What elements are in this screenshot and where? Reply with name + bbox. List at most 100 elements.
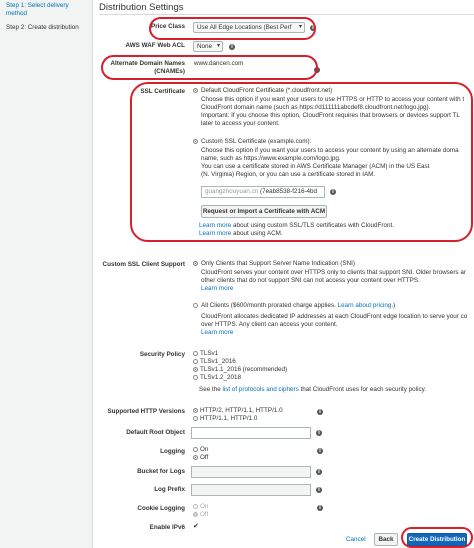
- title-divider: [99, 14, 474, 15]
- waf-value: None: [197, 43, 213, 50]
- waf-label: AWS WAF Web ACL: [125, 42, 185, 49]
- info-icon[interactable]: i: [330, 189, 336, 195]
- sni-desc-1: CloudFront serves your content over HTTP…: [201, 269, 466, 276]
- tlsv1-2016-option[interactable]: TLSv1_2016: [200, 358, 236, 366]
- info-icon[interactable]: i: [314, 67, 320, 73]
- wizard-sidebar: Step 1: Select delivery method Step 2: C…: [0, 0, 93, 548]
- info-icon[interactable]: i: [317, 448, 323, 454]
- ipv6-label: Enable IPv6: [149, 524, 185, 531]
- custom-cert-radio[interactable]: [193, 139, 198, 144]
- log-prefix-input[interactable]: [191, 484, 311, 496]
- sni-learn-more-link[interactable]: Learn more: [201, 285, 233, 293]
- chevron-down-icon: ▾: [216, 43, 220, 49]
- note-text: See the: [199, 386, 221, 393]
- cnames-textarea[interactable]: www.dancen.com: [191, 58, 309, 76]
- info-icon[interactable]: i: [316, 430, 322, 436]
- all-clients-desc-2: over HTTPS. Any client can access your c…: [201, 321, 338, 328]
- default-cert-desc-4: later to access your content.: [201, 120, 280, 127]
- info-icon[interactable]: i: [310, 25, 316, 31]
- logging-off-option[interactable]: Off: [200, 454, 208, 462]
- protocols-ciphers-link[interactable]: list of protocols and ciphers: [222, 386, 298, 393]
- learn-more-text: about using ACM.: [232, 230, 283, 237]
- default-cert-desc-3: Important: If you choose this option, Cl…: [201, 112, 460, 119]
- security-policy-label: Security Policy: [139, 351, 185, 358]
- chevron-down-icon: ▾: [298, 24, 302, 30]
- log-prefix-label: Log Prefix: [154, 486, 185, 493]
- cancel-link[interactable]: Cancel: [346, 536, 366, 544]
- info-icon[interactable]: i: [317, 409, 323, 415]
- default-cert-option[interactable]: Default CloudFront Certificate (*.cloudf…: [201, 87, 332, 95]
- price-class-value: Use All Edge Locations (Best Perf: [197, 24, 292, 31]
- pricing-link[interactable]: Learn about pricing: [338, 302, 392, 309]
- tlsv1-2-2018-radio[interactable]: [193, 375, 198, 380]
- price-class-select[interactable]: Use All Edge Locations (Best Perf ▾: [193, 22, 305, 33]
- default-cert-desc-2: CloudFront domain name (such as https://…: [201, 104, 431, 111]
- certificate-id: (7eab8538-f216-4bd: [259, 188, 318, 195]
- logging-label: Logging: [160, 448, 185, 455]
- tlsv1-2016-radio[interactable]: [193, 359, 198, 364]
- cookie-off-radio[interactable]: [193, 512, 198, 517]
- info-icon[interactable]: i: [316, 487, 322, 493]
- cnames-label: Alternate Domain Names (CNAMEs): [110, 60, 185, 75]
- sni-radio[interactable]: [193, 261, 198, 266]
- ipv6-checkbox[interactable]: ✔: [193, 523, 199, 531]
- http2-radio[interactable]: [193, 408, 198, 413]
- logging-off-radio[interactable]: [193, 455, 198, 460]
- tlsv1-radio[interactable]: [193, 351, 198, 356]
- step-1-link[interactable]: Step 1: Select delivery method: [6, 2, 90, 18]
- info-icon[interactable]: i: [316, 469, 322, 475]
- tlsv1-option[interactable]: TLSv1: [200, 350, 218, 358]
- tlsv1-2-2018-option[interactable]: TLSv1.2_2018: [200, 374, 241, 382]
- bucket-label: Bucket for Logs: [137, 468, 185, 475]
- price-class-label: Price Class: [151, 23, 185, 30]
- create-distribution-button[interactable]: Create Distribution: [407, 533, 467, 546]
- back-button[interactable]: Back: [374, 533, 398, 546]
- note-text: that CloudFront uses for each security p…: [300, 386, 427, 393]
- page-title: Distribution Settings: [99, 2, 184, 13]
- step-2-current: Step 2: Create distribution: [6, 24, 79, 31]
- http11-option[interactable]: HTTP/1.1, HTTP/1.0: [200, 415, 257, 423]
- http11-radio[interactable]: [193, 416, 198, 421]
- certificate-input[interactable]: guangzhouyuan.cn (7eab8538-f216-4bd: [201, 186, 325, 198]
- all-clients-option[interactable]: All Clients ($600/month prorated charge …: [201, 302, 395, 310]
- client-support-label: Custom SSL Client Support: [102, 261, 185, 268]
- all-clients-close: .): [391, 302, 396, 309]
- custom-cert-desc-4: (N. Virginia) Region, or you can use a c…: [201, 171, 376, 178]
- all-clients-desc-1: CloudFront allocates dedicated IP addres…: [201, 313, 468, 320]
- custom-cert-desc-1: Choose this option if you want your user…: [201, 147, 459, 154]
- learn-more-link[interactable]: Learn more: [199, 222, 231, 229]
- default-cert-radio[interactable]: [193, 88, 198, 93]
- tlsv1-1-2016-option[interactable]: TLSv1.1_2016 (recommended): [200, 366, 287, 374]
- cookie-off-option[interactable]: Off: [200, 511, 208, 519]
- waf-select[interactable]: None ▾: [193, 41, 223, 52]
- root-object-label: Default Root Object: [126, 429, 185, 436]
- cookie-logging-label: Cookie Logging: [137, 505, 185, 512]
- custom-cert-desc-2: name, such as https://www.example.com/lo…: [201, 155, 341, 162]
- http2-option[interactable]: HTTP/2, HTTP/1.1, HTTP/1.0: [200, 407, 283, 415]
- learn-more-text: about using custom SSL/TLS certificates …: [232, 222, 394, 229]
- logging-on-radio[interactable]: [193, 447, 198, 452]
- sni-desc-2: other clients that do not support SNI ca…: [201, 277, 420, 284]
- tlsv1-1-2016-radio[interactable]: [193, 367, 198, 372]
- certificate-domain-blurred: guangzhouyuan.cn: [205, 188, 259, 195]
- security-policy-note: See the list of protocols and ciphers th…: [199, 386, 426, 394]
- info-icon[interactable]: i: [317, 505, 323, 511]
- cookie-on-radio[interactable]: [193, 504, 198, 509]
- sni-option[interactable]: Only Clients that Support Server Name In…: [201, 260, 355, 268]
- learn-more-link[interactable]: Learn more: [199, 230, 231, 237]
- ssl-learn-more-2: Learn more about using ACM.: [199, 230, 283, 238]
- custom-cert-desc-3: You can use a certificate stored in AWS …: [201, 163, 430, 170]
- root-object-input[interactable]: [191, 427, 311, 439]
- custom-cert-option[interactable]: Custom SSL Certificate (example.com):: [201, 138, 311, 146]
- all-clients-learn-more-link[interactable]: Learn more: [201, 329, 233, 337]
- info-icon[interactable]: i: [229, 44, 235, 50]
- http-versions-label: Supported HTTP Versions: [107, 408, 185, 415]
- bucket-input[interactable]: [191, 466, 311, 478]
- ssl-label: SSL Certificate: [140, 88, 185, 95]
- all-clients-radio[interactable]: [193, 303, 198, 308]
- logging-on-option[interactable]: On: [200, 446, 208, 454]
- default-cert-desc-1: Choose this option if you want your user…: [201, 96, 465, 103]
- request-certificate-button[interactable]: Request or Import a Certificate with ACM: [201, 205, 327, 218]
- all-clients-text: All Clients ($600/month prorated charge …: [201, 302, 336, 309]
- cookie-on-option[interactable]: On: [200, 503, 208, 511]
